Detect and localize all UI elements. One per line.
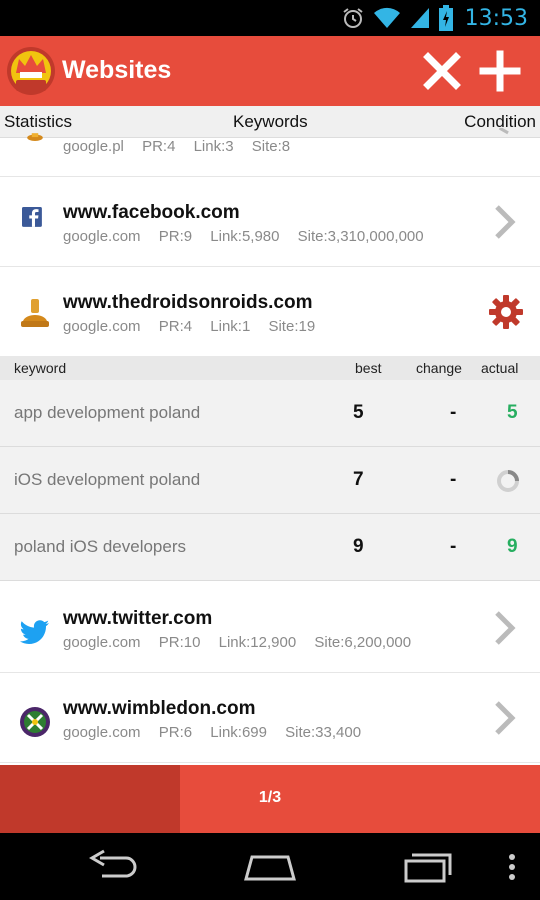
keyword-row[interactable]: app development poland 5 - 5 [0,380,540,447]
site-count: Site:8 [251,138,291,155]
back-icon[interactable] [86,849,138,885]
action-bar: Websites [0,36,540,106]
loading-spinner-icon [497,470,519,492]
recent-apps-icon[interactable] [402,849,454,885]
site-name: www.thedroidsonroids.com [63,292,313,313]
wimbledon-icon [20,707,50,737]
navigation-bar [0,833,540,900]
app-logo-icon[interactable] [6,45,56,97]
site-row[interactable]: www.facebook.com google.com PR:9 Link:5,… [0,177,540,267]
site-row[interactable]: www.wimbledon.com google.com PR:6 Link:6… [0,673,540,763]
keyword-text: app development poland [14,403,201,422]
alarm-icon [342,8,363,28]
site-pr: PR:9 [158,228,193,245]
keyword-change: - [450,536,457,557]
site-meta: google.pl PR:4 Link:3 Site:8 [63,138,304,155]
site-row[interactable]: www.twitter.com google.com PR:10 Link:12… [0,583,540,673]
close-icon[interactable] [418,47,466,95]
signal-icon [410,8,429,28]
site-links: Link:1 [210,318,251,335]
header-actual: actual [481,360,519,376]
site-engine: google.com [63,634,141,651]
site-pr: PR:10 [158,634,201,651]
site-links: Link:699 [210,724,267,741]
site-pr: PR:4 [158,318,193,335]
trophy-icon [21,299,49,327]
header-keyword: keyword [14,360,67,376]
site-meta: google.com PR:10 Link:12,900 Site:6,200,… [63,634,425,651]
keyword-best: 5 [353,402,364,423]
keyword-best: 9 [353,536,364,557]
page-label: 1/3 [258,789,282,806]
twitter-icon [19,620,49,644]
keyword-row[interactable]: poland iOS developers 9 - 9 [0,514,540,581]
gear-icon[interactable] [488,294,524,330]
site-count: Site:33,400 [285,724,362,741]
keyword-change: - [450,402,457,423]
keyword-change: - [450,469,457,490]
keyword-row[interactable]: iOS development poland 7 - [0,447,540,514]
site-row[interactable]: google.pl PR:4 Link:3 Site:8 [0,128,540,177]
site-links: Link:3 [193,138,234,155]
keyword-actual: 5 [507,402,518,423]
status-icons: 13:53 [341,4,528,32]
facebook-icon [22,207,42,227]
site-meta: google.com PR:9 Link:5,980 Site:3,310,00… [63,228,438,245]
chevron-right-icon[interactable] [492,700,518,736]
clock-time: 13:53 [464,5,528,31]
keyword-table-header: keyword best change actual [0,356,540,380]
wifi-icon [373,7,400,29]
header-best: best [355,360,382,376]
keyword-actual: 9 [507,536,518,557]
overflow-menu-icon[interactable] [508,849,516,885]
site-meta: google.com PR:6 Link:699 Site:33,400 [63,724,375,741]
app-title: Websites [62,56,172,84]
keyword-text: poland iOS developers [14,537,187,556]
keyword-best: 7 [353,469,364,490]
site-engine: google.com [63,724,141,741]
chevron-right-icon[interactable] [492,204,518,240]
site-name: www.facebook.com [63,202,240,223]
site-engine: google.pl [63,138,124,155]
site-pr: PR:4 [142,138,176,155]
header-change: change [416,360,462,376]
status-bar: 13:53 [0,0,540,36]
site-count: Site:19 [268,318,316,335]
chevron-right-icon[interactable] [492,128,518,150]
add-icon[interactable] [476,47,524,95]
site-name: www.twitter.com [63,608,213,629]
site-row[interactable]: www.thedroidsonroids.com google.com PR:4… [0,267,540,357]
site-engine: google.com [63,318,141,335]
site-pr: PR:6 [158,724,193,741]
keyword-text: iOS development poland [14,470,201,489]
tab-bar: Statistics Keywords Condition [0,106,540,138]
site-count: Site:3,310,000,000 [297,228,424,245]
site-links: Link:5,980 [210,228,280,245]
tab-keywords[interactable]: Keywords [233,112,308,132]
site-meta: google.com PR:4 Link:1 Site:19 [63,318,329,335]
home-icon[interactable] [242,849,298,885]
site-engine: google.com [63,228,141,245]
site-count: Site:6,200,000 [314,634,412,651]
site-name: www.wimbledon.com [63,698,256,719]
trophy-icon [27,133,43,141]
page-indicator[interactable]: 1/3 [0,765,540,833]
site-links: Link:12,900 [218,634,297,651]
chevron-right-icon[interactable] [492,610,518,646]
battery-icon [438,5,453,31]
